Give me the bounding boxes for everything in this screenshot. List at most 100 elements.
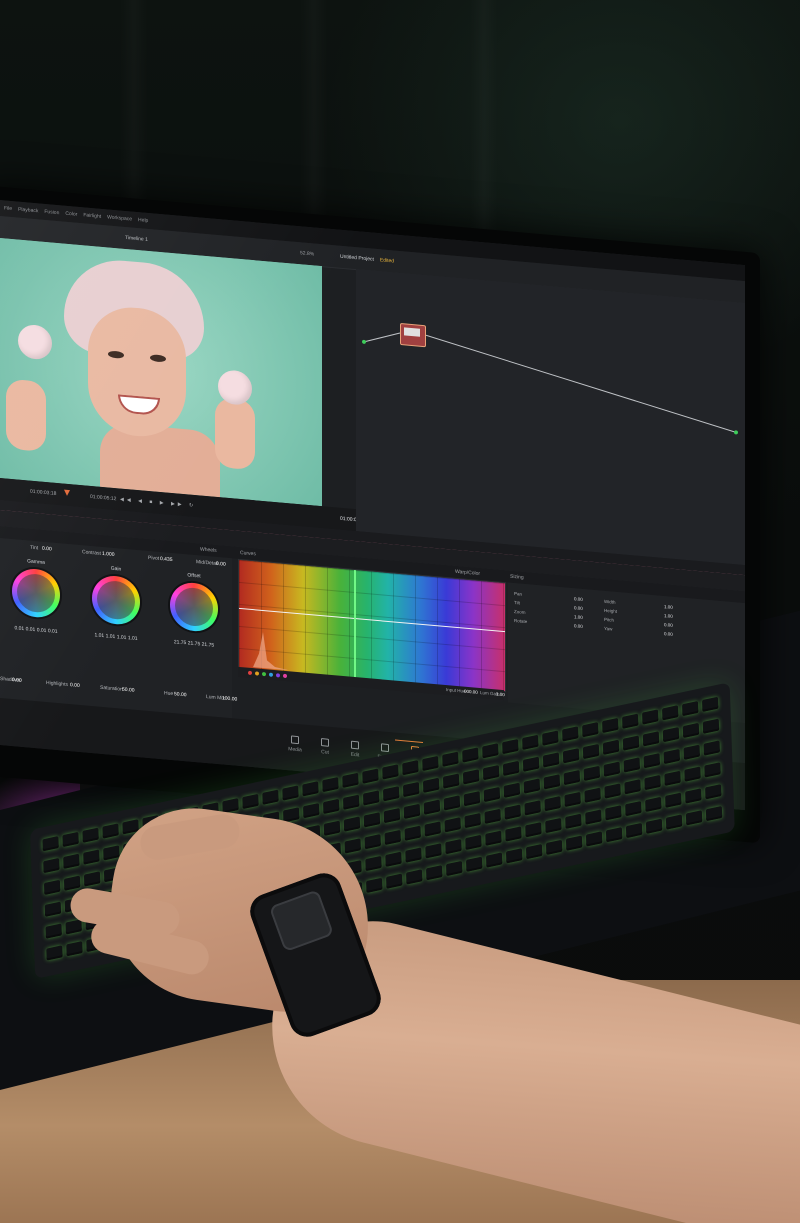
- sizing-row: Pan 0.00: [514, 590, 583, 602]
- tint-value[interactable]: 0.00: [42, 546, 52, 553]
- viewer-zoom[interactable]: 52.8%: [300, 242, 314, 265]
- menu-item-fairlight[interactable]: Fairlight: [83, 212, 101, 220]
- page-tab-media[interactable]: Media: [280, 734, 310, 754]
- offset-wheel[interactable]: [170, 580, 218, 634]
- middetail-value[interactable]: 0.00: [216, 561, 226, 568]
- keyboard-key: [483, 786, 501, 803]
- keyboard-key: [63, 875, 81, 891]
- subject-eye: [150, 354, 166, 363]
- menu-item-workspace[interactable]: Workspace: [107, 214, 132, 222]
- contrast-value[interactable]: 1.000: [102, 551, 115, 558]
- sizing-value[interactable]: 0.00: [574, 605, 583, 611]
- keyboard-key: [542, 752, 560, 768]
- offset-values[interactable]: 21.75 21.75 21.75: [164, 638, 224, 649]
- keyboard-key: [362, 768, 379, 784]
- timeline-selector[interactable]: Timeline 1: [125, 227, 148, 251]
- color-wheels-panel: Tint 0.00 Contrast 1.000 Pivot 0.435 Mid…: [0, 538, 237, 719]
- page-tab-label: Media: [288, 746, 302, 754]
- curve-swatch-4[interactable]: [276, 672, 280, 678]
- keyboard-key: [522, 756, 540, 772]
- subject-hand-left: [6, 378, 46, 453]
- menu-item-file[interactable]: File: [4, 205, 12, 212]
- curve-swatch-1[interactable]: [255, 671, 259, 676]
- menu-item-playback[interactable]: Playback: [18, 207, 38, 215]
- keyboard-key: [622, 735, 640, 751]
- sizing-value[interactable]: 0.00: [574, 623, 583, 629]
- keyboard-key: [643, 753, 660, 769]
- video-viewer[interactable]: [0, 238, 322, 507]
- keyboard-key: [525, 843, 543, 860]
- keyboard-key: [83, 871, 101, 887]
- curve-swatch-5[interactable]: [283, 673, 287, 678]
- input-hue-value[interactable]: 000.00: [464, 687, 478, 698]
- keyboard-key: [386, 873, 403, 889]
- pivot-value[interactable]: 0.435: [160, 556, 173, 563]
- page-tab-cut[interactable]: Cut: [310, 737, 340, 757]
- menu-item-color[interactable]: Color: [65, 211, 77, 218]
- keyboard-key: [426, 865, 443, 881]
- sizing-label: Zoom: [514, 608, 526, 615]
- curve-swatch-2[interactable]: [262, 671, 266, 677]
- node-editor[interactable]: [356, 269, 745, 566]
- sizing-row: Yaw 0.00: [604, 626, 673, 637]
- project-title: Untitled Project Edited: [340, 253, 395, 265]
- sizing-label: Pan: [514, 590, 523, 597]
- keyboard-key: [63, 853, 80, 869]
- playhead-icon[interactable]: [64, 489, 70, 497]
- keyboard-key: [544, 796, 561, 812]
- keyboard-key: [702, 718, 720, 734]
- keyboard-key: [385, 851, 402, 867]
- correction-node[interactable]: [400, 322, 426, 348]
- saturation-value[interactable]: 50.00: [122, 687, 135, 694]
- highlights-value[interactable]: 0.00: [70, 682, 80, 689]
- keyboard-key: [43, 857, 60, 874]
- keyboard-key: [422, 777, 440, 793]
- keyboard-key: [625, 822, 643, 839]
- gain-values[interactable]: 1.01 1.01 1.01 1.01: [86, 632, 146, 643]
- menu-item-fusion[interactable]: Fusion: [44, 209, 59, 216]
- keyboard-key: [642, 709, 659, 725]
- gain-wheel-block: Gain 1.01 1.01 1.01 1.01: [86, 564, 146, 679]
- shadows-value[interactable]: 0.00: [12, 677, 22, 684]
- keyboard-key: [505, 848, 523, 864]
- keyboard-key: [582, 722, 599, 738]
- keyboard-key: [323, 820, 341, 836]
- gamma-values[interactable]: 0.01 0.01 0.01 0.01: [6, 625, 66, 636]
- page-tab-edit[interactable]: Edit: [340, 740, 370, 760]
- sizing-value[interactable]: 1.00: [664, 613, 673, 619]
- keyboard-key: [402, 760, 419, 776]
- menu-item-help[interactable]: Help: [138, 217, 148, 224]
- active-page-indicator: [395, 739, 423, 744]
- keyboard-key: [602, 739, 620, 755]
- keyboard-key: [662, 726, 680, 743]
- sizing-label: Rotate: [514, 617, 528, 625]
- sizing-value[interactable]: 1.00: [574, 614, 583, 620]
- input-hue-label: Input Hue: [446, 687, 466, 694]
- keyboard-key: [505, 826, 522, 842]
- keyboard-key: [42, 836, 59, 852]
- keyboard-key: [663, 748, 680, 765]
- curve-swatch-0[interactable]: [248, 670, 252, 675]
- keyboard-key: [543, 774, 561, 790]
- keyboard-key: [425, 843, 442, 859]
- sizing-value[interactable]: 1.00: [664, 604, 673, 610]
- keyboard-key: [605, 805, 622, 821]
- keyboard-key: [485, 852, 503, 868]
- keyboard-key: [405, 847, 422, 863]
- keyboard-key: [363, 812, 381, 828]
- gain-wheel[interactable]: [92, 574, 140, 627]
- sizing-value[interactable]: 0.00: [574, 596, 583, 602]
- hue-label: Hue: [164, 690, 174, 698]
- keyboard-key: [502, 760, 520, 777]
- lum-gain-value[interactable]: 1.00: [496, 689, 505, 700]
- gamma-wheel[interactable]: [12, 567, 60, 620]
- sizing-value[interactable]: 0.00: [664, 622, 673, 628]
- sizing-row: Width 1.00: [604, 598, 673, 610]
- sizing-label: Width: [604, 598, 616, 605]
- curve-swatch-3[interactable]: [269, 672, 273, 677]
- lummix-value[interactable]: 100.00: [222, 695, 237, 702]
- hue-value[interactable]: 50.00: [174, 691, 187, 698]
- sizing-value[interactable]: 0.00: [664, 631, 673, 637]
- keyboard-key: [585, 809, 602, 825]
- sizing-row: Height 1.00: [604, 608, 673, 619]
